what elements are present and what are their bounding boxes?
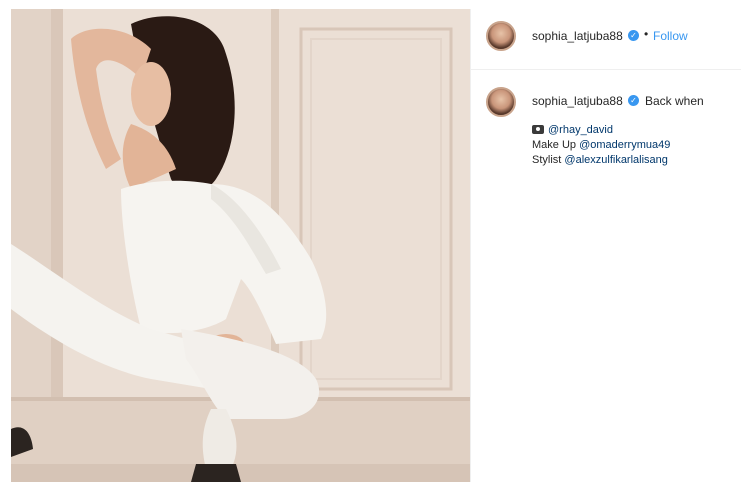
post-header: sophia_latjuba88 ✓ • Follow (471, 9, 741, 70)
caption-line-prefix: Stylist (532, 154, 565, 166)
mention-link-stylist[interactable]: @alexzulfikarlalisang (564, 154, 668, 166)
caption-line-stylist: Stylist @alexzulfikarlalisang (532, 153, 670, 168)
post-sidebar: sophia_latjuba88 ✓ • Follow sophia_latju… (470, 9, 741, 482)
caption-line-makeup: Make Up @omaderrymua49 (532, 138, 670, 153)
caption-verified-badge-icon: ✓ (628, 95, 639, 106)
post-photo[interactable] (11, 9, 470, 482)
caption-credits: @rhay_david Make Up @omaderrymua49 Styli… (532, 123, 670, 168)
header-separator: • (644, 27, 649, 41)
camera-icon (532, 125, 544, 134)
follow-button[interactable]: Follow (653, 29, 688, 43)
verified-badge-icon: ✓ (628, 30, 639, 41)
header-username-link[interactable]: sophia_latjuba88 (532, 29, 623, 43)
caption-line-prefix: Make Up (532, 139, 580, 151)
caption-line-photographer: @rhay_david (532, 123, 670, 138)
avatar[interactable] (486, 21, 516, 51)
post-photo-graphic (11, 9, 470, 482)
caption-intro-text: Back when (645, 94, 704, 108)
caption-avatar[interactable] (486, 87, 516, 117)
caption-username-link[interactable]: sophia_latjuba88 (532, 94, 623, 108)
instagram-embed: sophia_latjuba88 ✓ • Follow sophia_latju… (0, 0, 745, 489)
mention-link-makeup[interactable]: @omaderrymua49 (579, 139, 670, 151)
mention-link-photographer[interactable]: @rhay_david (548, 124, 613, 136)
